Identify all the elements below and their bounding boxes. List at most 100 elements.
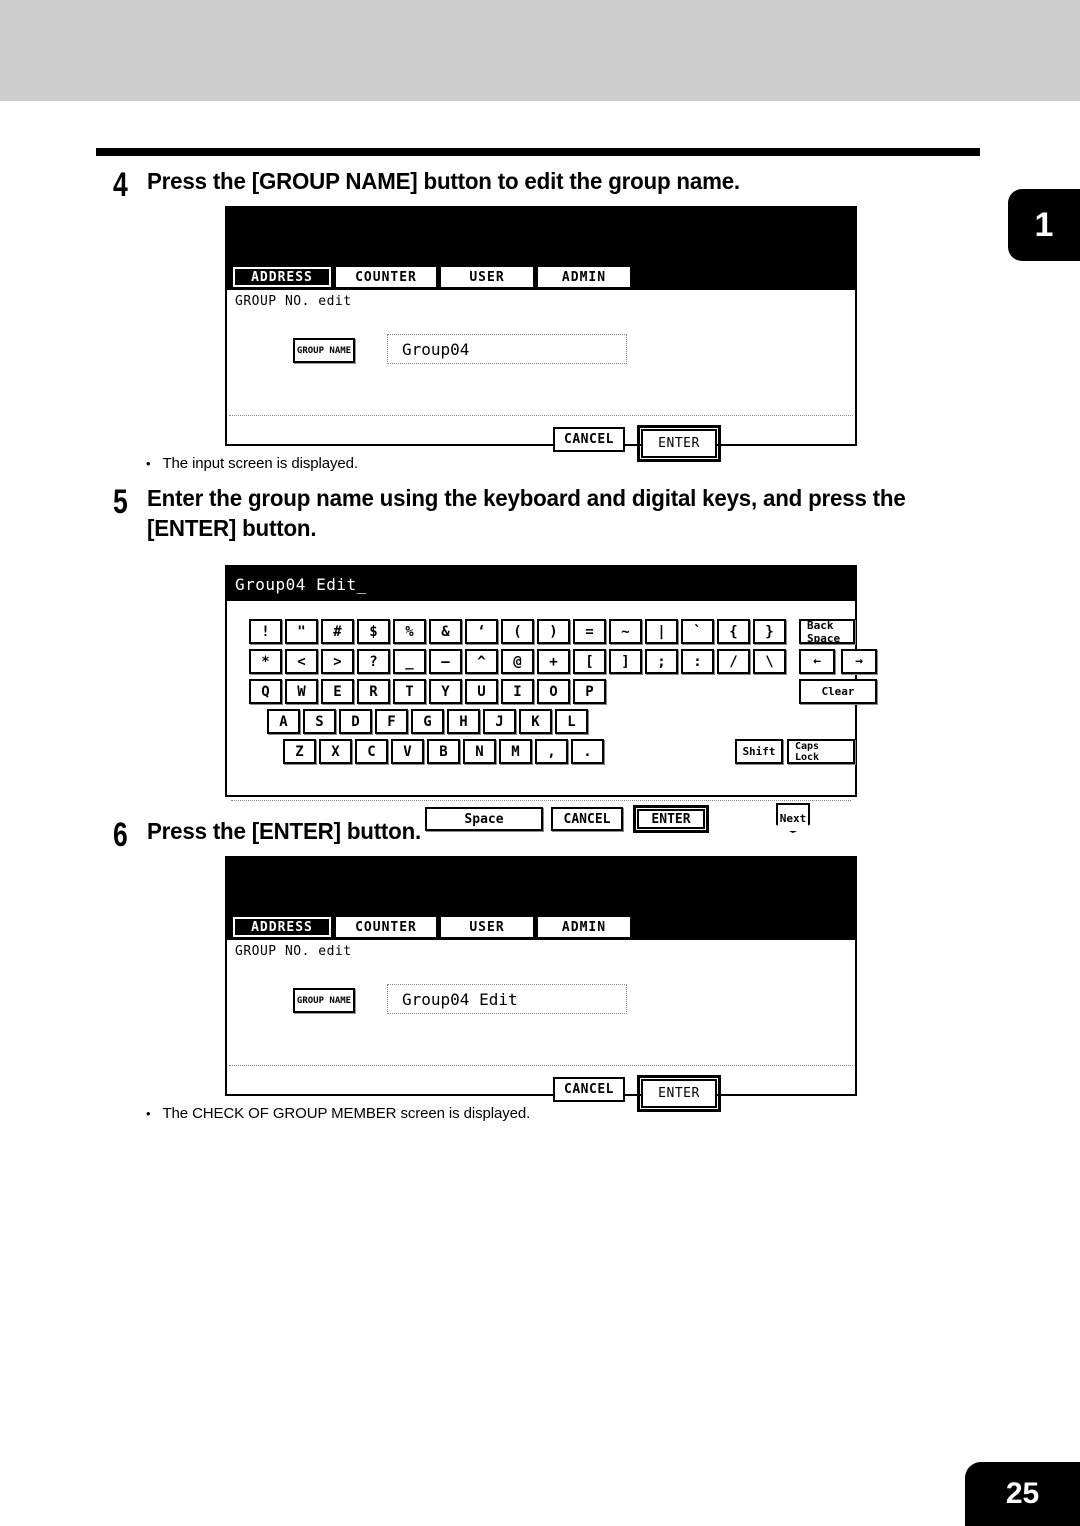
note-input-screen: • The input screen is displayed. (146, 454, 358, 473)
key-symbol1-9[interactable]: = (573, 619, 606, 644)
key-symbol1-6[interactable]: ‘ (465, 619, 498, 644)
key-symbol2-7[interactable]: @ (501, 649, 534, 674)
key-letter-home-8[interactable]: L (555, 709, 588, 734)
lcd-tab-row: ADDRESS COUNTER USER ADMIN (227, 264, 855, 290)
tab-user[interactable]: USER (441, 267, 533, 287)
tab-address[interactable]: ADDRESS (233, 267, 331, 287)
key-arrow-left[interactable]: ← (799, 649, 835, 674)
tab-admin[interactable]: ADMIN (538, 917, 630, 937)
key-shift[interactable]: Shift (735, 739, 783, 764)
lcd-panel-keyboard: Group04 Edit_ ! " # $% & ‘() = ~ | `{} Back Space… (225, 565, 877, 833)
key-caps-lock[interactable]: Caps Lock (787, 739, 855, 764)
key-symbol1-11[interactable]: | (645, 619, 678, 644)
key-symbol1-12[interactable]: ` (681, 619, 714, 644)
key-letter-bottom-4[interactable]: B (427, 739, 460, 764)
key-symbol1-5[interactable]: & (429, 619, 462, 644)
screen-label: GROUP NO. edit (235, 294, 352, 309)
keyboard-row-qwerty: QWERTYUIOP (249, 679, 606, 704)
key-symbol2-4[interactable]: _ (393, 649, 426, 674)
key-symbol2-2[interactable]: > (321, 649, 354, 674)
key-letter-bottom-6[interactable]: M (499, 739, 532, 764)
step-5-text: Enter the group name using the keyboard … (147, 485, 906, 541)
key-symbol1-13[interactable]: { (717, 619, 750, 644)
enter-button[interactable]: ENTER (637, 1075, 721, 1112)
key-letter-bottom-5[interactable]: N (463, 739, 496, 764)
key-letter-bottom-0[interactable]: Z (283, 739, 316, 764)
key-symbol2-9[interactable]: [ (573, 649, 606, 674)
divider (229, 415, 853, 416)
key-letter-top-3[interactable]: R (357, 679, 390, 704)
key-letter-top-8[interactable]: O (537, 679, 570, 704)
group-name-button[interactable]: GROUP NAME (293, 988, 355, 1013)
enter-button[interactable]: ENTER (637, 425, 721, 462)
key-letter-bottom-3[interactable]: V (391, 739, 424, 764)
keyboard-input-display: Group04 Edit_ (227, 567, 855, 601)
key-letter-home-5[interactable]: H (447, 709, 480, 734)
step-5-number: 5 (113, 483, 128, 521)
key-symbol2-12[interactable]: : (681, 649, 714, 674)
key-letter-home-1[interactable]: S (303, 709, 336, 734)
note-text: The CHECK OF GROUP MEMBER screen is disp… (162, 1105, 531, 1122)
tab-counter[interactable]: COUNTER (336, 917, 436, 937)
key-symbol2-10[interactable]: ] (609, 649, 642, 674)
key-symbol1-2[interactable]: # (321, 619, 354, 644)
key-letter-top-6[interactable]: U (465, 679, 498, 704)
key-symbol1-7[interactable]: ( (501, 619, 534, 644)
key-clear[interactable]: Clear (799, 679, 877, 704)
tab-address[interactable]: ADDRESS (233, 917, 331, 937)
key-symbol1-3[interactable]: $ (357, 619, 390, 644)
keyboard-row-symbols-2: * < >? _ — ^ @ +[];: / \ (249, 649, 786, 674)
key-symbol2-3[interactable]: ? (357, 649, 390, 674)
key-letter-home-3[interactable]: F (375, 709, 408, 734)
key-back-space[interactable]: Back Space (799, 619, 855, 645)
key-symbol2-11[interactable]: ; (645, 649, 678, 674)
bullet-dot: • (146, 456, 151, 471)
key-letter-bottom-7[interactable]: , (535, 739, 568, 764)
step-6-text: Press the [ENTER] button. (147, 818, 422, 844)
key-letter-top-4[interactable]: T (393, 679, 426, 704)
enter-button-label: ENTER (641, 429, 717, 458)
key-symbol2-1[interactable]: < (285, 649, 318, 674)
key-symbol2-13[interactable]: / (717, 649, 750, 674)
key-symbol1-0[interactable]: ! (249, 619, 282, 644)
key-letter-bottom-2[interactable]: C (355, 739, 388, 764)
lcd-body: GROUP NO. edit GROUP NAME Group04 Edit C… (227, 940, 855, 1112)
key-symbol1-8[interactable]: ) (537, 619, 570, 644)
key-symbol1-1[interactable]: " (285, 619, 318, 644)
lcd-body: GROUP NO. edit GROUP NAME Group04 CANCEL… (227, 290, 855, 462)
lcd-titlebar (227, 858, 855, 914)
keyboard-row-symbols-1: ! " # $% & ‘() = ~ | `{} (249, 619, 786, 644)
key-letter-top-0[interactable]: Q (249, 679, 282, 704)
key-letter-home-4[interactable]: G (411, 709, 444, 734)
cancel-button[interactable]: CANCEL (553, 1077, 625, 1102)
tab-user[interactable]: USER (441, 917, 533, 937)
key-letter-home-2[interactable]: D (339, 709, 372, 734)
key-letter-top-1[interactable]: W (285, 679, 318, 704)
key-letter-top-2[interactable]: E (321, 679, 354, 704)
cancel-button[interactable]: CANCEL (553, 427, 625, 452)
group-name-button[interactable]: GROUP NAME (293, 338, 355, 363)
tab-counter[interactable]: COUNTER (336, 267, 436, 287)
key-arrow-right[interactable]: → (841, 649, 877, 674)
key-letter-top-9[interactable]: P (573, 679, 606, 704)
tab-admin[interactable]: ADMIN (538, 267, 630, 287)
key-letter-home-0[interactable]: A (267, 709, 300, 734)
key-letter-top-5[interactable]: Y (429, 679, 462, 704)
lcd-tab-row: ADDRESS COUNTER USER ADMIN (227, 914, 855, 940)
key-letter-home-7[interactable]: K (519, 709, 552, 734)
key-symbol1-10[interactable]: ~ (609, 619, 642, 644)
key-symbol2-6[interactable]: ^ (465, 649, 498, 674)
bullet-dot: • (146, 1106, 151, 1121)
key-symbol1-4[interactable]: % (393, 619, 426, 644)
key-symbol2-0[interactable]: * (249, 649, 282, 674)
key-letter-top-7[interactable]: I (501, 679, 534, 704)
key-symbol2-8[interactable]: + (537, 649, 570, 674)
group-name-field[interactable]: Group04 Edit (387, 984, 627, 1014)
key-symbol2-5[interactable]: — (429, 649, 462, 674)
key-symbol1-14[interactable]: } (753, 619, 786, 644)
key-letter-bottom-8[interactable]: . (571, 739, 604, 764)
key-letter-bottom-1[interactable]: X (319, 739, 352, 764)
key-letter-home-6[interactable]: J (483, 709, 516, 734)
group-name-field[interactable]: Group04 (387, 334, 627, 364)
key-symbol2-14[interactable]: \ (753, 649, 786, 674)
